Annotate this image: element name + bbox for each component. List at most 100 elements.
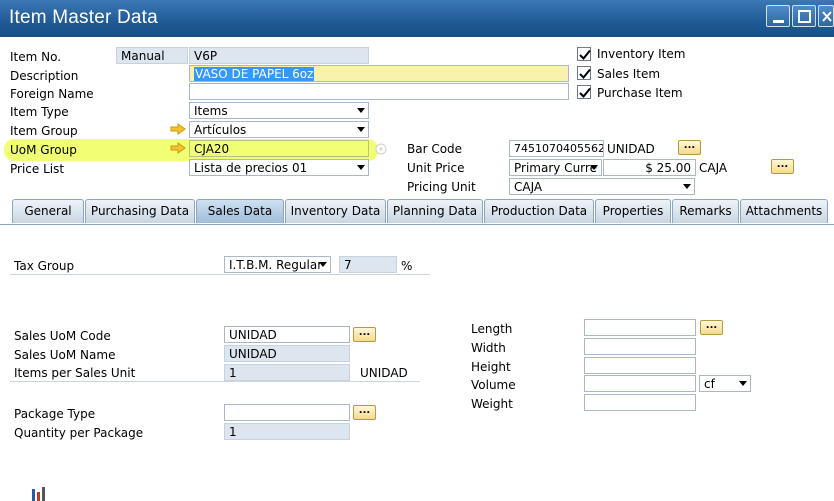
item-no-series-field[interactable]: Manual: [116, 47, 188, 64]
minimize-icon: [773, 20, 784, 23]
weight-label: Weight: [471, 397, 513, 411]
percent-label: %: [401, 259, 413, 273]
tab-inventory-data[interactable]: Inventory Data: [285, 199, 386, 223]
chevron-down-icon: [683, 184, 691, 189]
sales-uom-name-label: Sales UoM Name: [14, 348, 116, 362]
link-arrow-icon[interactable]: [170, 142, 186, 154]
tax-group-value: I.T.B.M. Regular: [229, 258, 323, 272]
length-browse-button[interactable]: ...: [700, 320, 723, 335]
tab-properties[interactable]: Properties: [595, 199, 671, 223]
link-arrow-icon[interactable]: [170, 123, 186, 135]
tax-rate-field[interactable]: 7: [339, 256, 397, 273]
tab-attachments[interactable]: Attachments: [740, 199, 828, 223]
close-button[interactable]: [818, 5, 834, 27]
purchase-item-label: Purchase Item: [597, 86, 683, 100]
maximize-button[interactable]: [792, 5, 816, 27]
window-title: Item Master Data: [9, 7, 158, 28]
sales-data-panel: Tax Group I.T.B.M. Regular 7 % Sales UoM…: [0, 224, 834, 501]
item-no-field[interactable]: V6P: [189, 47, 369, 64]
tab-production-data[interactable]: Production Data: [484, 199, 594, 223]
item-group-label: Item Group: [10, 124, 78, 138]
volume-unit-select[interactable]: cf: [699, 375, 751, 392]
chevron-down-icon: [357, 127, 365, 132]
close-icon: [822, 11, 832, 22]
sales-uom-code-browse-button[interactable]: ...: [353, 327, 376, 342]
weight-field[interactable]: [584, 394, 696, 411]
package-type-browse-button[interactable]: ...: [353, 405, 376, 420]
item-type-value: Items: [194, 104, 228, 118]
sales-item-checkbox[interactable]: [577, 66, 591, 80]
unit-price-field[interactable]: $ 25.00: [603, 159, 696, 176]
tab-sales-data[interactable]: Sales Data: [196, 199, 284, 223]
description-field[interactable]: VASO DE PAPEL 6oz: [189, 65, 569, 82]
sales-uom-name-field[interactable]: UNIDAD: [224, 345, 350, 362]
tab-general[interactable]: General: [12, 199, 84, 223]
bar-code-label: Bar Code: [407, 142, 463, 156]
volume-label: Volume: [471, 378, 516, 392]
volume-field[interactable]: [584, 375, 696, 392]
item-group-select[interactable]: Artículos: [189, 121, 369, 138]
tax-group-label: Tax Group: [14, 259, 75, 273]
header-area: Item No. Manual V6P Description VASO DE …: [0, 37, 834, 197]
tax-group-select[interactable]: I.T.B.M. Regular: [224, 256, 331, 273]
sales-uom-code-label: Sales UoM Code: [14, 329, 111, 343]
checkmark-icon: [579, 87, 591, 98]
height-field[interactable]: [584, 357, 696, 374]
bar-code-field[interactable]: 7451070405562: [509, 140, 604, 157]
item-no-label: Item No.: [10, 50, 62, 64]
unit-price-label: Unit Price: [407, 161, 465, 175]
unit-price-currency-value: Primary Curre: [514, 161, 597, 175]
checkmark-icon: [579, 49, 591, 60]
width-label: Width: [471, 341, 506, 355]
unit-price-browse-button[interactable]: ...: [771, 159, 794, 174]
maximize-icon: [798, 10, 811, 23]
price-list-value: Lista de precios 01: [194, 161, 308, 175]
inventory-item-label: Inventory Item: [597, 47, 686, 61]
item-type-label: Item Type: [10, 105, 69, 119]
items-per-sales-unit-uom: UNIDAD: [360, 366, 408, 380]
package-type-label: Package Type: [14, 407, 96, 421]
item-group-value: Artículos: [194, 123, 247, 137]
package-type-field[interactable]: [224, 404, 350, 421]
title-bar: Item Master Data: [0, 0, 834, 37]
items-per-sales-unit-field[interactable]: 1: [224, 364, 350, 381]
length-field[interactable]: [584, 319, 696, 336]
uom-group-field[interactable]: CJA20: [189, 140, 369, 157]
volume-unit-value: cf: [704, 377, 715, 391]
width-field[interactable]: [584, 338, 696, 355]
qty-per-package-label: Quantity per Package: [14, 426, 144, 440]
qty-per-package-field[interactable]: 1: [224, 423, 350, 440]
tab-purchasing-data[interactable]: Purchasing Data: [85, 199, 195, 223]
tab-remarks[interactable]: Remarks: [672, 199, 739, 223]
uom-group-label: UoM Group: [10, 143, 77, 157]
unit-price-currency-select[interactable]: Primary Curre: [509, 159, 602, 176]
price-list-select[interactable]: Lista de precios 01: [189, 159, 369, 176]
inventory-item-checkbox[interactable]: [577, 47, 591, 61]
chevron-down-icon: [357, 108, 365, 113]
bar-chart-icon[interactable]: [30, 486, 50, 501]
pricing-unit-select[interactable]: CAJA: [509, 178, 695, 195]
foreign-name-field[interactable]: [189, 83, 569, 100]
unit-price-uom: CAJA: [699, 161, 728, 175]
minimize-button[interactable]: [766, 5, 790, 27]
item-type-select[interactable]: Items: [189, 102, 369, 119]
price-list-label: Price List: [10, 162, 65, 176]
info-icon: [375, 143, 387, 155]
bar-code-uom: UNIDAD: [607, 142, 655, 156]
pricing-unit-label: Pricing Unit: [407, 180, 476, 194]
sales-uom-code-field[interactable]: UNIDAD: [224, 326, 350, 343]
row-divider: [10, 274, 430, 275]
pricing-unit-value: CAJA: [514, 180, 543, 194]
purchase-item-checkbox[interactable]: [577, 85, 591, 99]
length-label: Length: [471, 322, 513, 336]
description-label: Description: [10, 69, 79, 83]
checkmark-icon: [579, 68, 591, 79]
row-divider: [10, 381, 420, 382]
chevron-down-icon: [590, 165, 598, 170]
foreign-name-label: Foreign Name: [10, 87, 94, 101]
chevron-down-icon: [319, 262, 327, 267]
bar-code-browse-button[interactable]: ...: [678, 140, 701, 155]
sales-item-label: Sales Item: [597, 67, 661, 81]
tab-planning-data[interactable]: Planning Data: [387, 199, 483, 223]
chevron-down-icon: [739, 381, 747, 386]
